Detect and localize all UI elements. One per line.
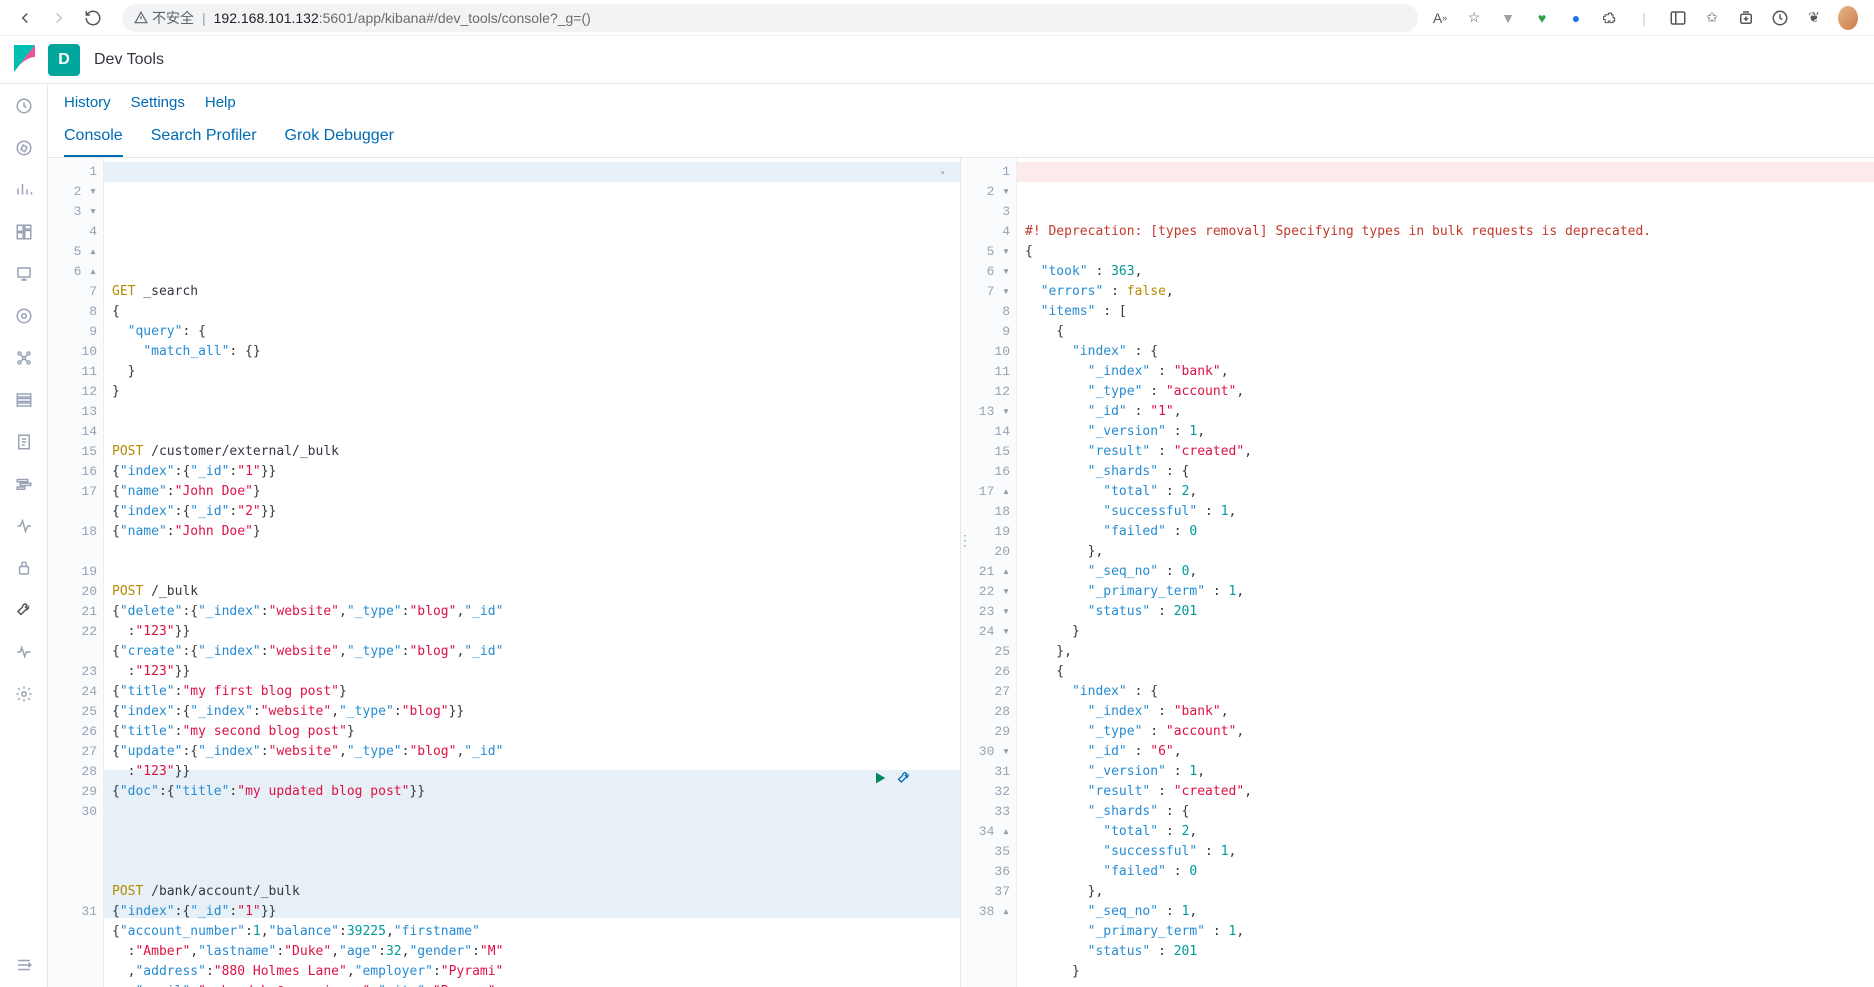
profile-avatar[interactable] (1838, 8, 1858, 28)
nav-management-icon[interactable] (12, 682, 36, 706)
tab-grok-debugger[interactable]: Grok Debugger (285, 127, 394, 157)
response-gutter: 1 2 ▾ 3 4 5 ▾ 6 ▾ 7 ▾ 8 9 10 11 12 13 ▾ … (961, 158, 1017, 987)
nav-dashboard-icon[interactable] (12, 220, 36, 244)
nav-discover-icon[interactable] (12, 136, 36, 160)
history-icon[interactable] (1770, 8, 1790, 28)
response-code: #! Deprecation: [types removal] Specifyi… (1017, 158, 1874, 987)
dev-tools-tabs: Console Search Profiler Grok Debugger (48, 117, 1874, 158)
nav-ml-icon[interactable] (12, 346, 36, 370)
favorites-bar-icon[interactable]: ✩ (1702, 8, 1722, 28)
console-panes: 1 2 ▾ 3 ▾ 4 5 ▴ 6 ▴ 7 8 9 10 11 12 13 14… (48, 158, 1874, 987)
address-bar[interactable]: 不安全 | 192.168.101.132:5601/app/kibana#/d… (122, 4, 1418, 32)
nav-maps-icon[interactable] (12, 304, 36, 328)
nav-canvas-icon[interactable] (12, 262, 36, 286)
forward-button[interactable] (42, 4, 76, 32)
nav-infra-icon[interactable] (12, 388, 36, 412)
reload-button[interactable] (76, 4, 110, 32)
request-gutter: 1 2 ▾ 3 ▾ 4 5 ▴ 6 ▴ 7 8 9 10 11 12 13 14… (48, 158, 104, 987)
link-settings[interactable]: Settings (131, 94, 185, 111)
nav-monitoring-icon[interactable] (12, 640, 36, 664)
link-history[interactable]: History (64, 94, 111, 111)
ext-icon-1[interactable]: ▼ (1498, 8, 1518, 28)
nav-recent-icon[interactable] (12, 94, 36, 118)
collapse-nav-icon[interactable] (12, 953, 36, 977)
ext-icon-heart[interactable]: ❦ (1804, 8, 1824, 28)
space-badge[interactable]: D (48, 44, 80, 76)
response-viewer: ⋮ 1 2 ▾ 3 4 5 ▾ 6 ▾ 7 ▾ 8 9 10 11 12 13 … (961, 158, 1874, 987)
browser-extensions: A» ☆ ▼ ♥ ● | ✩ ❦ (1430, 8, 1866, 28)
collections-icon[interactable] (1736, 8, 1756, 28)
main-content: History Settings Help Console Search Pro… (48, 84, 1874, 987)
nav-apm-icon[interactable] (12, 472, 36, 496)
nav-uptime-icon[interactable] (12, 514, 36, 538)
tab-search-profiler[interactable]: Search Profiler (151, 127, 257, 157)
request-actions (872, 770, 912, 793)
request-options-button[interactable] (896, 770, 912, 793)
tab-console[interactable]: Console (64, 127, 123, 157)
page-title: Dev Tools (94, 51, 164, 69)
request-editor[interactable]: 1 2 ▾ 3 ▾ 4 5 ▴ 6 ▴ 7 8 9 10 11 12 13 14… (48, 158, 961, 987)
kibana-logo[interactable] (8, 42, 44, 78)
back-button[interactable] (8, 4, 42, 32)
dev-tools-subnav: History Settings Help (48, 84, 1874, 117)
request-code[interactable]: ▪ GET _search { "query": { "match_all": … (104, 158, 960, 987)
link-help[interactable]: Help (205, 94, 236, 111)
extensions-icon[interactable] (1600, 8, 1620, 28)
nav-logs-icon[interactable] (12, 430, 36, 454)
favorite-icon[interactable]: ☆ (1464, 8, 1484, 28)
app-header: D Dev Tools (0, 36, 1874, 84)
browser-bar: 不安全 | 192.168.101.132:5601/app/kibana#/d… (0, 0, 1874, 36)
insecure-badge: 不安全 (134, 8, 194, 28)
split-handle-icon[interactable]: ⋮ (961, 532, 973, 549)
nav-visualize-icon[interactable] (12, 178, 36, 202)
nav-siem-icon[interactable] (12, 556, 36, 580)
collapse-marker-icon[interactable]: ▪ (939, 164, 946, 184)
sidebar-toggle-icon[interactable] (1668, 8, 1688, 28)
send-request-button[interactable] (872, 770, 888, 793)
ext-icon-blue[interactable]: ● (1566, 8, 1586, 28)
url-host: 192.168.101.132 (214, 10, 319, 26)
read-aloud-icon[interactable]: A» (1430, 8, 1450, 28)
nav-devtools-icon[interactable] (12, 598, 36, 622)
side-nav (0, 84, 48, 987)
ext-icon-shield[interactable]: ♥ (1532, 8, 1552, 28)
